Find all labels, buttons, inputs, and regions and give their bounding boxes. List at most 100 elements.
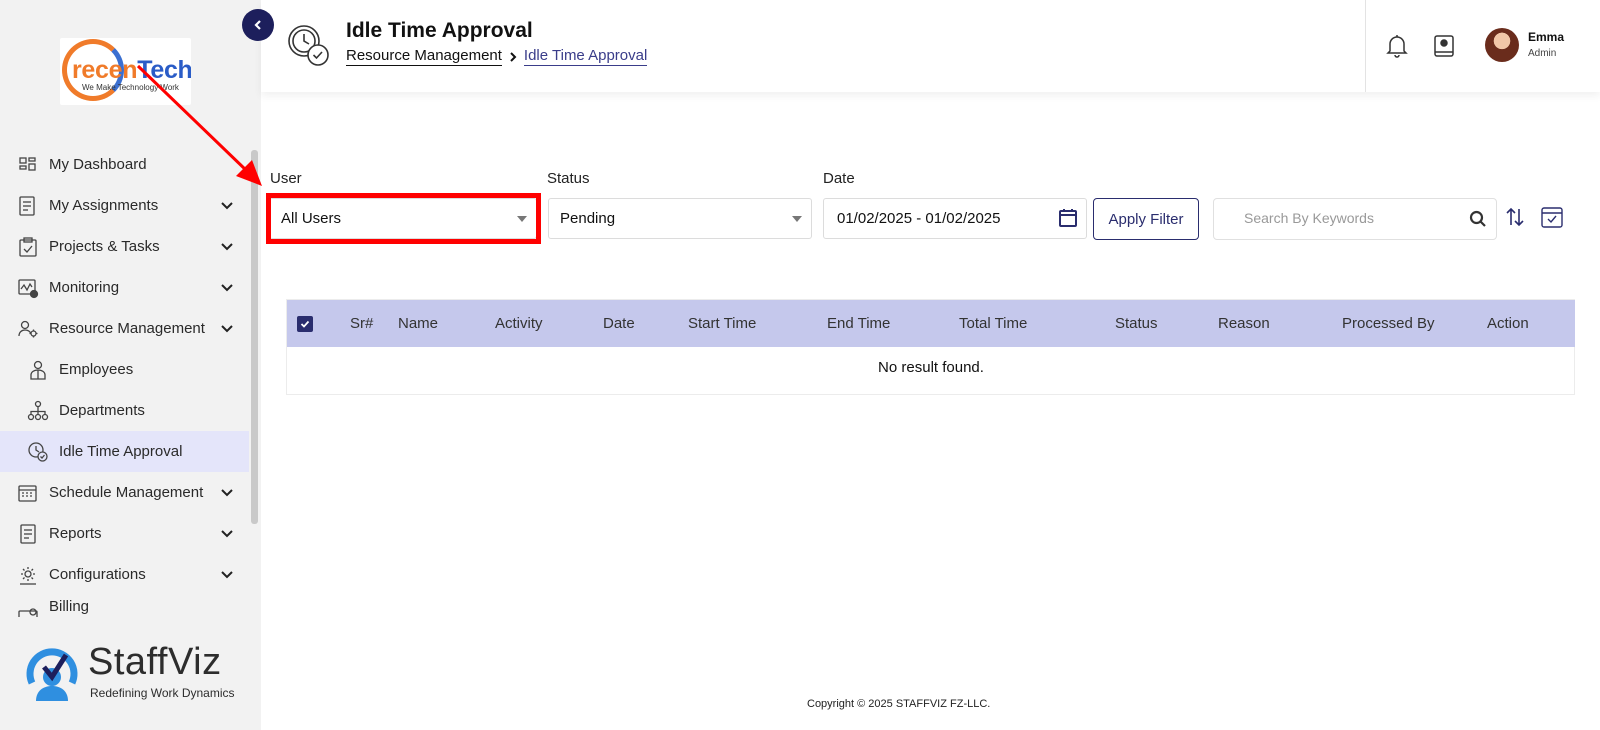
logo-word-part1: recen [72,56,138,84]
calendar-icon [18,485,37,502]
sidebar-item-label: My Assignments [49,197,159,214]
clock-check-icon [288,25,329,66]
sidebar-item-label: Employees [59,361,134,378]
sidebar-item-label: My Dashboard [49,156,147,173]
page-header: Idle Time Approval Resource Management I… [261,0,1600,92]
status-select-value: Pending [560,210,616,227]
user-name[interactable]: Emma [1528,30,1564,44]
calendar-icon[interactable] [1058,208,1078,228]
empty-table-message: No result found. [878,359,984,376]
avatar[interactable] [1485,28,1519,62]
report-icon [20,524,36,544]
sidebar-item-my-assignments[interactable]: My Assignments [0,185,249,226]
staffviz-name: StaffViz [88,641,222,683]
chevron-down-icon[interactable] [219,566,235,582]
calendar-check-icon[interactable] [1540,205,1564,229]
sidebar-item-employees[interactable]: Employees [0,349,249,390]
sidebar-collapse-button[interactable] [242,9,274,41]
chevron-down-icon[interactable] [219,197,235,213]
column-header-activity[interactable]: Activity [495,315,543,332]
column-header-end-time[interactable]: End Time [827,315,890,332]
sidebar-item-label: Projects & Tasks [49,238,160,255]
sidebar-item-label: Monitoring [49,279,120,296]
chevron-down-icon[interactable] [219,484,235,500]
sidebar-item-label: Configurations [49,566,146,583]
bell-icon[interactable] [1385,33,1409,59]
annotation-highlight-box [266,193,541,244]
idle-time-table: Sr# Name Activity Date Start Time End Ti… [286,299,1575,395]
settings-icon[interactable] [1433,34,1455,58]
table-header-row: Sr# Name Activity Date Start Time End Ti… [287,300,1575,347]
select-all-checkbox[interactable] [297,316,313,332]
org-chart-icon [27,400,49,421]
breadcrumb-idle-time-approval[interactable]: Idle Time Approval [523,47,648,66]
sidebar-item-billing[interactable]: Billing [0,595,249,617]
column-header-status[interactable]: Status [1115,315,1158,332]
column-header-processed-by[interactable]: Processed By [1342,315,1435,332]
date-range-value: 01/02/2025 - 01/02/2025 [837,210,1001,227]
dashboard-icon [19,157,36,171]
search-box [1213,198,1497,240]
column-header-reason[interactable]: Reason [1218,315,1270,332]
sidebar-item-label: Departments [59,402,145,419]
logo-word-part2: Tech [137,56,191,84]
search-input[interactable] [1244,210,1454,226]
status-select[interactable]: Pending [548,198,812,239]
sidebar-item-label: Resource Management [49,320,205,337]
config-icon [20,567,36,585]
breadcrumb: Resource Management Idle Time Approval [346,47,648,66]
sort-icon[interactable] [1505,206,1525,228]
sidebar-item-monitoring[interactable]: Monitoring [0,267,249,308]
employee-icon [30,360,46,380]
sidebar-item-schedule-management[interactable]: Schedule Management [0,472,249,513]
apply-filter-button[interactable]: Apply Filter [1093,198,1199,240]
logo-tagline: We Make Technology Work [82,83,179,92]
copyright-text: Copyright © 2025 STAFFVIZ FZ-LLC. [807,698,991,710]
sidebar-item-label: Billing [49,597,90,615]
users-gear-icon [18,320,38,338]
chevron-right-icon [510,51,517,62]
status-filter-label: Status [547,170,590,187]
breadcrumb-resource-management[interactable]: Resource Management [346,47,502,66]
chevron-down-icon[interactable] [219,320,235,336]
column-header-sr[interactable]: Sr# [350,315,373,332]
sidebar-item-configurations[interactable]: Configurations [0,554,249,595]
chevron-down-icon[interactable] [219,525,235,541]
sidebar-nav: My Dashboard My Assignments Projects & T… [0,144,249,617]
sidebar-item-departments[interactable]: Departments [0,390,249,431]
staffviz-brand: StaffViz Redefining Work Dynamics [24,641,244,705]
column-header-total-time[interactable]: Total Time [959,315,1027,332]
sidebar-item-label: Schedule Management [49,484,204,501]
clipboard-icon [19,237,37,257]
user-role: Admin [1528,48,1557,59]
sidebar-item-idle-time-approval[interactable]: Idle Time Approval [0,431,249,472]
sidebar-item-projects-tasks[interactable]: Projects & Tasks [0,226,249,267]
column-header-start-time[interactable]: Start Time [688,315,756,332]
column-header-name[interactable]: Name [398,315,438,332]
check-icon [300,320,310,328]
sidebar: recenTech We Make Technology Work My Das… [0,0,261,730]
user-filter-label: User [270,170,302,187]
clock-check-icon [28,442,48,462]
company-logo: recenTech We Make Technology Work [60,38,191,105]
staffviz-logo-icon [26,648,78,701]
chevron-left-icon [254,20,261,30]
column-header-action[interactable]: Action [1487,315,1529,332]
search-icon[interactable] [1469,210,1487,228]
date-range-input[interactable]: 01/02/2025 - 01/02/2025 [823,198,1087,239]
staffviz-tagline: Redefining Work Dynamics [90,686,235,700]
sidebar-item-label: Idle Time Approval [59,443,183,460]
date-filter-label: Date [823,170,855,187]
sidebar-item-reports[interactable]: Reports [0,513,249,554]
column-header-date[interactable]: Date [603,315,635,332]
chevron-down-icon[interactable] [219,238,235,254]
monitoring-icon [18,279,39,299]
sidebar-item-resource-management[interactable]: Resource Management [0,308,249,349]
sidebar-item-label: Reports [49,525,102,542]
header-divider [1365,0,1366,92]
page-title: Idle Time Approval [346,19,533,42]
chevron-down-icon[interactable] [219,279,235,295]
sidebar-item-my-dashboard[interactable]: My Dashboard [0,144,249,185]
billing-icon [18,608,38,617]
sidebar-scrollbar[interactable] [251,150,258,524]
